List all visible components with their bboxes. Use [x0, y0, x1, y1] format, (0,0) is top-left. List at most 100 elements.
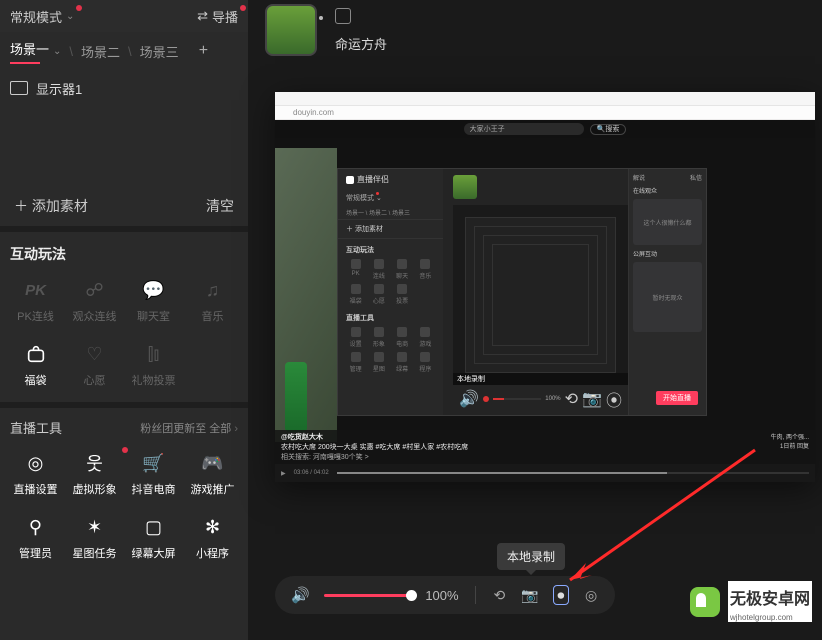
music-icon: ♫	[201, 278, 225, 302]
inner-search-input: 大家小王子	[464, 123, 584, 135]
bag-icon	[24, 342, 48, 366]
ecommerce-item[interactable]: 🛒抖音电商	[124, 451, 183, 497]
game-promo-item[interactable]: 🎮 游戏推广	[183, 451, 242, 497]
nested-companion-app: 直播伴侣 常规模式 ⌄ 场景一 \ 场景二 \ 场景三 ＋ 添加素材 互动玩法 …	[337, 168, 707, 416]
watermark-name: 无极安卓网	[728, 581, 812, 613]
nested-tooltip: 本地录制	[453, 373, 628, 385]
mode-selector[interactable]: 常规模式 ⌄	[10, 7, 74, 26]
notification-dot	[240, 5, 246, 11]
nested-add: ＋ 添加素材	[338, 219, 443, 239]
banner-slot: 命运方舟	[265, 4, 387, 56]
monitor-icon	[10, 81, 28, 95]
item-label: 游戏推广	[191, 481, 235, 497]
notification-dot	[76, 5, 82, 11]
volume-icon[interactable]: 🔊	[291, 586, 310, 604]
admin-item[interactable]: ⚲ 管理员	[6, 515, 65, 561]
camera-icon[interactable]: 📷	[521, 585, 538, 605]
item-label: 小程序	[196, 545, 229, 561]
stream-settings-item[interactable]: ◎直播设置	[6, 451, 65, 497]
item-label: 绿幕大屏	[132, 545, 176, 561]
tools-grid: ◎直播设置 웃虚拟形象 🛒抖音电商 🎮 游戏推广 ⚲ 管理员 ✶ 星图任务 ▢绿幕大屏…	[0, 447, 248, 575]
separator	[475, 586, 476, 604]
music-item[interactable]: ♫音乐	[183, 278, 242, 324]
edit-icon[interactable]	[335, 8, 351, 24]
item-label: 福袋	[25, 372, 47, 388]
item-label: 直播设置	[14, 481, 58, 497]
video-meta: 牛肉, 两个强...	[771, 432, 809, 441]
scene-thumbnail[interactable]	[265, 4, 317, 56]
admin-icon: ⚲	[24, 515, 48, 539]
nested-mode: 常规模式 ⌄	[338, 190, 443, 206]
scene-label: 场景一	[10, 42, 49, 57]
video-caption: 农村吃大席 200块一大桌 实惠 #吃大席 #村里人家 #农村吃席	[281, 444, 468, 451]
monitor-label: 显示器1	[36, 79, 82, 98]
window-titlebar	[275, 92, 815, 106]
nested-app-title: 直播伴侣	[338, 169, 443, 190]
avatar-item[interactable]: 웃虚拟形象	[65, 451, 124, 497]
cart-icon: 🛒	[142, 451, 166, 475]
add-scene-button[interactable]: +	[199, 42, 208, 60]
star-task-item[interactable]: ✶ 星图任务	[65, 515, 124, 561]
background-photo	[275, 148, 337, 442]
refresh-icon[interactable]: ⟲	[491, 585, 507, 605]
inner-search-button: 🔍 搜索	[590, 124, 627, 135]
miniapp-item[interactable]: ✻ 小程序	[183, 515, 242, 561]
audience-link-item[interactable]: ☍观众连线	[65, 278, 124, 324]
gamepad-icon: 🎮	[201, 451, 225, 475]
item-label: PK连线	[17, 308, 54, 324]
record-button[interactable]: ⏺	[553, 585, 569, 605]
clear-button[interactable]: 清空	[206, 196, 234, 216]
watermark-url: wjhotelgroup.com	[728, 613, 812, 622]
chat-room-item[interactable]: 💬聊天室	[124, 278, 183, 324]
item-label: 虚拟形象	[73, 481, 117, 497]
notification-dot	[122, 447, 128, 453]
scene-label: 场景三	[140, 45, 179, 60]
nested-volume-bar: 🔊100%⟲📷⦿	[453, 393, 628, 405]
volume-thumb[interactable]	[406, 590, 417, 601]
pk-link-item[interactable]: PKPK连线	[6, 278, 65, 324]
interactive-section-title: 互动玩法	[0, 232, 248, 274]
swap-icon: ⇄	[197, 8, 208, 24]
video-author: @吃货赵大木	[281, 432, 809, 442]
link-icon: ☍	[83, 278, 107, 302]
item-label: 管理员	[19, 545, 52, 561]
item-label: 礼物投票	[132, 372, 176, 388]
scene-tab-3[interactable]: 场景三	[140, 42, 179, 61]
volume-slider[interactable]	[324, 594, 412, 597]
add-material-label: 添加素材	[32, 198, 88, 214]
scene-tab-2[interactable]: 场景二	[81, 42, 120, 61]
inner-search-bar: 大家小王子 🔍 搜索	[275, 120, 815, 138]
sparkle-icon: ✻	[201, 515, 225, 539]
scene-tabs: 场景一⌄ \ 场景二 \ 场景三 +	[0, 32, 248, 70]
chart-icon: ⫿⫾	[142, 342, 166, 366]
tools-title: 直播工具	[10, 418, 62, 437]
nested-preview	[453, 205, 628, 385]
gift-vote-item[interactable]: ⫿⫾ 礼物投票	[124, 342, 183, 388]
add-material-button[interactable]: ＋ 添加素材	[14, 196, 88, 216]
item-label: 聊天室	[137, 308, 170, 324]
nested-section-1: 互动玩法	[338, 239, 443, 257]
scene-tab-1[interactable]: 场景一⌄	[10, 39, 61, 64]
separator: \	[69, 44, 73, 59]
tools-promo[interactable]: 粉丝团更新至 全部 ›	[140, 420, 238, 436]
lucky-bag-item[interactable]: 福袋	[6, 342, 65, 388]
nested-thumb	[453, 175, 477, 199]
banner-title: 命运方舟	[335, 34, 387, 53]
wish-item[interactable]: ♡心愿	[65, 342, 124, 388]
item-label: 星图任务	[73, 545, 117, 561]
watermark: 无极安卓网 wjhotelgroup.com	[690, 581, 812, 622]
nested-sidebar: 直播伴侣 常规模式 ⌄ 场景一 \ 场景二 \ 场景三 ＋ 添加素材 互动玩法 …	[338, 169, 443, 415]
green-screen-item[interactable]: ▢绿幕大屏	[124, 515, 183, 561]
tooltip-local-record: 本地录制	[497, 543, 565, 570]
cast-switch[interactable]: ⇄ 导播	[197, 7, 238, 26]
target-icon[interactable]: ◎	[583, 585, 599, 605]
top-bar: 常规模式 ⌄ ⇄ 导播	[0, 0, 248, 32]
mode-label: 常规模式	[10, 7, 62, 26]
star-icon: ✶	[83, 515, 107, 539]
source-monitor-row[interactable]: 显示器1	[0, 70, 248, 106]
video-description: @吃货赵大木 农村吃大席 200块一大桌 实惠 #吃大席 #村里人家 #农村吃席…	[275, 430, 815, 464]
video-progress-bar: ▶03:06 / 04:02	[275, 464, 815, 482]
inner-app: 大家小王子 🔍 搜索 直播伴侣 常规模式 ⌄ 场景一 \ 场景二 \ 场景三 ＋…	[275, 120, 815, 482]
play-time: 03:06 / 04:02	[294, 470, 329, 476]
chevron-down-icon: ⌄	[66, 11, 74, 22]
